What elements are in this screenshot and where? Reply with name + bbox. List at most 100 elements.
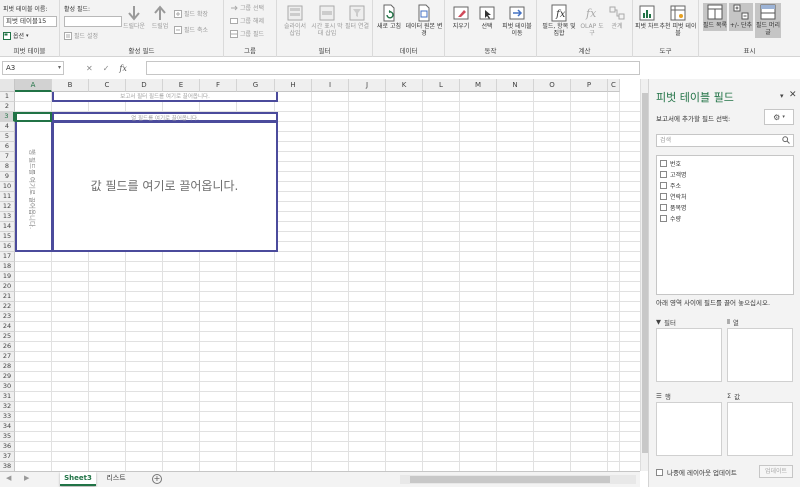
defer-layout-update[interactable]: 나중에 레이아웃 업데이트 <box>656 467 737 477</box>
field-checkbox[interactable] <box>660 182 667 189</box>
field-checkbox[interactable] <box>660 193 667 200</box>
field-headers-toggle[interactable]: 필드 머리글 <box>755 3 781 38</box>
field-item[interactable]: 수량 <box>660 213 790 224</box>
field-checkbox[interactable] <box>660 171 667 178</box>
row-header[interactable]: 32 <box>0 402 15 412</box>
formula-input[interactable] <box>146 61 640 75</box>
name-box[interactable]: A3 ▾ <box>2 61 64 75</box>
insert-slicer-button[interactable]: 슬라이서 삽입 <box>281 4 309 37</box>
sheet-tab-list[interactable]: 리스트 <box>98 472 134 486</box>
row-header[interactable]: 35 <box>0 432 15 442</box>
expand-field-button[interactable]: 필드 확장 <box>174 9 208 18</box>
next-sheet-icon[interactable]: ▶ <box>24 474 29 482</box>
column-header[interactable]: B <box>52 79 89 92</box>
row-header[interactable]: 22 <box>0 302 15 312</box>
row-header[interactable]: 13 <box>0 212 15 222</box>
row-header[interactable]: 8 <box>0 162 15 172</box>
enter-check-icon[interactable]: ✓ <box>103 64 110 73</box>
move-pivot-button[interactable]: 피벗 테이블 이동 <box>499 4 535 37</box>
name-box-chevron-down-icon[interactable]: ▾ <box>58 62 61 74</box>
close-icon[interactable]: ✕ <box>789 90 797 100</box>
recommended-pivot-button[interactable]: 추천 피벗 테이블 <box>659 4 697 37</box>
ungroup-button[interactable]: 그룹 해제 <box>230 16 264 25</box>
row-header[interactable]: 12 <box>0 202 15 212</box>
column-header[interactable]: J <box>349 79 386 92</box>
row-header[interactable]: 2 <box>0 102 15 112</box>
row-header[interactable]: 31 <box>0 392 15 402</box>
columns-drop-box[interactable] <box>727 328 793 382</box>
column-header[interactable]: L <box>423 79 460 92</box>
column-header[interactable]: D <box>126 79 163 92</box>
row-header[interactable]: 25 <box>0 332 15 342</box>
plus-minus-buttons-toggle[interactable]: +/- 단추 <box>729 3 753 31</box>
row-header[interactable]: 24 <box>0 322 15 332</box>
add-sheet-button[interactable]: + <box>152 474 162 484</box>
row-header[interactable]: 6 <box>0 142 15 152</box>
cancel-icon[interactable]: ✕ <box>86 64 93 73</box>
olap-tools-button[interactable]: fx OLAP 도구 <box>579 4 605 37</box>
field-settings-button[interactable]: 필드 설정 <box>64 31 98 40</box>
update-button[interactable]: 업데이트 <box>759 465 793 478</box>
pivot-name-input[interactable]: 피벗 테이블15 <box>3 16 57 27</box>
field-item[interactable]: 연락처 <box>660 191 790 202</box>
column-header[interactable]: P <box>571 79 608 92</box>
change-data-source-button[interactable]: 데이터 원본 변경 <box>405 4 443 37</box>
field-item[interactable]: 주소 <box>660 180 790 191</box>
row-header[interactable]: 9 <box>0 172 15 182</box>
column-header[interactable]: O <box>534 79 571 92</box>
column-header[interactable]: K <box>386 79 423 92</box>
insert-function-button[interactable]: fx <box>119 64 126 73</box>
select-all-corner[interactable] <box>0 79 15 92</box>
pane-settings-button[interactable]: ⚙ ▾ <box>764 109 794 125</box>
row-header[interactable]: 26 <box>0 342 15 352</box>
row-header[interactable]: 7 <box>0 152 15 162</box>
row-header[interactable]: 36 <box>0 442 15 452</box>
select-button[interactable]: 선택 <box>475 4 499 30</box>
row-header[interactable]: 3 <box>0 112 15 122</box>
active-field-input[interactable] <box>64 16 122 27</box>
field-checkbox[interactable] <box>660 160 667 167</box>
field-list-toggle[interactable]: 필드 목록 <box>703 3 727 31</box>
row-header[interactable]: 16 <box>0 242 15 252</box>
pivot-chart-button[interactable]: 피벗 차트 <box>635 4 659 30</box>
selected-cell-a3[interactable] <box>15 112 52 122</box>
row-header[interactable]: 29 <box>0 372 15 382</box>
column-header[interactable]: C <box>608 79 620 92</box>
vertical-scrollbar[interactable] <box>640 79 648 471</box>
column-header[interactable]: H <box>275 79 312 92</box>
field-item[interactable]: 고객명 <box>660 169 790 180</box>
horizontal-scrollbar[interactable] <box>400 475 636 484</box>
row-header[interactable]: 11 <box>0 192 15 202</box>
row-header[interactable]: 10 <box>0 182 15 192</box>
row-header[interactable]: 34 <box>0 422 15 432</box>
row-header[interactable]: 19 <box>0 272 15 282</box>
column-header[interactable]: G <box>237 79 275 92</box>
column-header[interactable]: C <box>89 79 126 92</box>
clear-button[interactable]: 지우기 <box>447 4 475 30</box>
row-header[interactable]: 33 <box>0 412 15 422</box>
field-checkbox[interactable] <box>660 204 667 211</box>
column-header[interactable]: E <box>163 79 200 92</box>
collapse-field-button[interactable]: 필드 축소 <box>174 25 208 34</box>
worksheet-grid[interactable]: ABCDEFGHIJKLMNOPC 1 2 3 4 5 6 7 8 9 10 11 12 13 14 15 1… <box>0 79 640 471</box>
row-header[interactable]: 1 <box>0 92 15 102</box>
group-selection-button[interactable]: 그룹 선택 <box>230 3 264 12</box>
row-header[interactable]: 21 <box>0 292 15 302</box>
row-header[interactable]: 17 <box>0 252 15 262</box>
pivot-report-filter-zone[interactable]: 보고서 필터 필드를 여기로 끌어옵니다. <box>52 92 278 102</box>
drill-up-button[interactable]: 드릴업 <box>150 4 170 30</box>
options-button[interactable]: 옵션 ▾ <box>3 31 29 40</box>
refresh-button[interactable]: 새로 고침 <box>375 4 403 30</box>
row-header[interactable]: 4 <box>0 122 15 132</box>
filter-connections-button[interactable]: 필터 연결 <box>345 4 369 30</box>
column-header[interactable]: M <box>460 79 497 92</box>
field-checkbox[interactable] <box>660 215 667 222</box>
column-header[interactable]: I <box>312 79 349 92</box>
row-header[interactable]: 27 <box>0 352 15 362</box>
horizontal-scroll-thumb[interactable] <box>410 476 610 483</box>
row-header[interactable]: 15 <box>0 232 15 242</box>
column-header[interactable]: F <box>200 79 237 92</box>
relationships-button[interactable]: 관계 <box>605 4 629 30</box>
row-header[interactable]: 38 <box>0 462 15 471</box>
field-search-input[interactable]: 검색 <box>656 134 794 147</box>
